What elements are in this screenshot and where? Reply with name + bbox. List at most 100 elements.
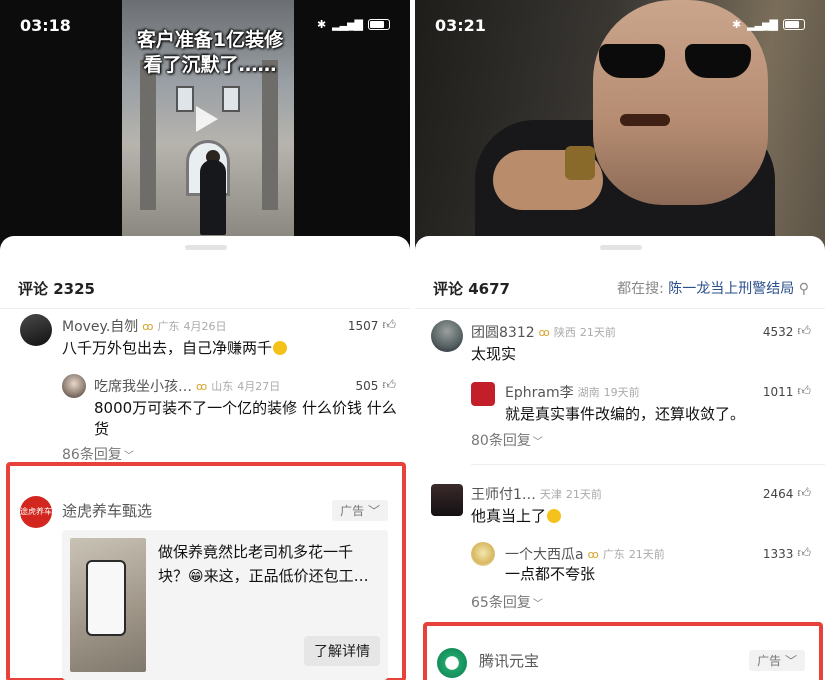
battery-icon bbox=[368, 19, 390, 30]
like-button[interactable]: 505 👍︎ bbox=[356, 378, 397, 393]
like-button[interactable]: 2464 👍︎ bbox=[763, 486, 811, 501]
comment-author[interactable]: Movey.自刎 bbox=[62, 316, 138, 336]
ad-text[interactable]: 做保养竟然比老司机多花一千 块？😁来这，正品低价还包工… bbox=[158, 540, 382, 588]
comment-author[interactable]: 一个大西瓜a bbox=[505, 544, 584, 564]
comment-location: 湖南 bbox=[577, 386, 600, 399]
advertiser-name[interactable]: 腾讯元宝 bbox=[479, 650, 539, 671]
status-icons: ✱ ▂▃▅▇ bbox=[732, 18, 805, 31]
status-time: 03:21 bbox=[435, 16, 486, 35]
trending-search[interactable]: 都在搜: 陈一龙当上刑警结局 ⚲ bbox=[617, 278, 809, 298]
like-count: 2464 bbox=[762, 486, 794, 501]
like-button[interactable]: 1507 👍︎ bbox=[348, 318, 396, 333]
video-caption-line1: 客户准备1亿装修 bbox=[136, 29, 284, 51]
comment-text: 就是真实事件改编的，还算收敛了。 bbox=[505, 405, 746, 423]
comment-author[interactable]: Ephram李 bbox=[505, 382, 574, 402]
battery-icon bbox=[783, 19, 805, 30]
advertiser-name[interactable]: 途虎养车甄选 bbox=[62, 500, 152, 521]
divider bbox=[471, 464, 825, 465]
comment-text-line2: 货 bbox=[94, 420, 110, 438]
comment-meta: Ephram李 湖南 19天前 bbox=[505, 382, 640, 402]
view-replies-link[interactable]: 80条回复 ﹀ bbox=[471, 430, 543, 450]
sunglasses-lens bbox=[599, 44, 665, 78]
comment-author[interactable]: 吃席我坐小孩… bbox=[94, 376, 192, 396]
avatar[interactable] bbox=[431, 484, 463, 516]
chevron-down-icon: ﹀ bbox=[532, 599, 543, 610]
advertiser-avatar[interactable]: 途虎养车 bbox=[20, 496, 52, 528]
comment-meta: 王师付1… 天津 21天前 bbox=[471, 484, 602, 504]
yuanbao-logo-icon[interactable] bbox=[437, 648, 467, 678]
comment-date: 4月26日 bbox=[183, 320, 227, 333]
ad-text-line2: 块？😁来这，正品低价还包工… bbox=[158, 567, 369, 585]
comment-author[interactable]: 团圆8312 bbox=[471, 322, 535, 342]
laugh-emoji-icon bbox=[547, 509, 562, 523]
video-person bbox=[200, 160, 226, 235]
learn-more-button[interactable]: 了解详情 bbox=[304, 636, 380, 666]
like-thumb-icon: 👍︎ bbox=[797, 324, 811, 339]
comment-header: 评论 4677 都在搜: 陈一龙当上刑警结局 ⚲ bbox=[415, 272, 825, 304]
bluetooth-icon: ✱ bbox=[316, 18, 327, 31]
laugh-emoji-icon bbox=[273, 341, 288, 355]
comment-panel: 评论 4677 都在搜: 陈一龙当上刑警结局 ⚲ 团圆8312 ꝏ 陕西 21天… bbox=[415, 236, 825, 680]
drag-handle[interactable] bbox=[185, 245, 227, 250]
signal-icon: ▂▃▅▇ bbox=[747, 18, 778, 31]
comment-text: 他真当上了 bbox=[471, 506, 562, 527]
avatar[interactable] bbox=[471, 382, 495, 406]
comment-text-line1: 8000万可装不了一个亿的装修 什么价钱 什么 bbox=[94, 399, 397, 417]
phone-screen-right: 03:21 ✱ ▂▃▅▇ 评论 4677 都在搜: 陈一龙当上刑警结局 ⚲ 团圆… bbox=[415, 0, 825, 680]
advertiser-avatar-text: 途虎养车 bbox=[20, 507, 52, 516]
ad-tag-label: 广告 bbox=[340, 504, 365, 518]
avatar[interactable] bbox=[471, 542, 495, 566]
like-count: 505 bbox=[355, 378, 379, 393]
comment-date: 21天前 bbox=[628, 548, 665, 561]
view-replies-link[interactable]: 86条回复 ﹀ bbox=[62, 444, 134, 464]
comment-date: 21天前 bbox=[565, 488, 602, 501]
avatar[interactable] bbox=[62, 374, 86, 398]
like-count: 1011 bbox=[762, 384, 794, 399]
view-replies-link[interactable]: 65条回复 ﹀ bbox=[471, 592, 543, 612]
like-thumb-icon: 👍︎ bbox=[382, 318, 396, 333]
play-icon[interactable] bbox=[196, 106, 218, 132]
comment-location: 天津 bbox=[539, 488, 562, 501]
like-thumb-icon: 👍︎ bbox=[797, 546, 811, 561]
comment-location: 广东 bbox=[157, 320, 180, 333]
like-button[interactable]: 4532 👍︎ bbox=[763, 324, 811, 339]
ad-tag[interactable]: 广告 ﹀ bbox=[749, 650, 805, 671]
ad-card[interactable]: 做保养竟然比老司机多花一千 块？😁来这，正品低价还包工… 了解详情 bbox=[62, 530, 388, 680]
comment-count: 评论 2325 bbox=[18, 279, 95, 298]
like-thumb-icon: 👍︎ bbox=[797, 486, 811, 501]
comment-location: 陕西 bbox=[553, 326, 576, 339]
ad-text-line1: 做保养竟然比老司机多花一千 bbox=[158, 543, 354, 561]
video-player[interactable]: 03:21 ✱ ▂▃▅▇ bbox=[415, 0, 825, 250]
video-sunglasses bbox=[599, 44, 755, 80]
fan-badge-icon: ꝏ bbox=[587, 547, 599, 561]
ad-tag[interactable]: 广告 ﹀ bbox=[332, 500, 388, 521]
ad-image[interactable] bbox=[70, 538, 146, 672]
fan-badge-icon: ꝏ bbox=[196, 379, 208, 393]
search-icon: ⚲ bbox=[798, 281, 809, 297]
avatar[interactable] bbox=[431, 320, 463, 352]
video-window bbox=[222, 86, 240, 112]
sunglasses-lens bbox=[685, 44, 751, 78]
video-person-mouth bbox=[620, 114, 670, 126]
comment-text-body: 他真当上了 bbox=[471, 507, 547, 525]
drag-handle[interactable] bbox=[600, 245, 642, 250]
avatar[interactable] bbox=[20, 314, 52, 346]
like-button[interactable]: 1011 👍︎ bbox=[763, 384, 811, 399]
phone-screen-left: 客户准备1亿装修 看了沉默了…… 03:18 ✱ ▂▃▅▇ 评论 2325 Mo… bbox=[0, 0, 410, 680]
chevron-down-icon: ﹀ bbox=[532, 437, 543, 448]
fan-badge-icon: ꝏ bbox=[538, 325, 550, 339]
search-term[interactable]: 陈一龙当上刑警结局 bbox=[668, 281, 794, 297]
divider bbox=[0, 308, 410, 309]
like-count: 1507 bbox=[347, 318, 379, 333]
like-thumb-icon: 👍︎ bbox=[797, 384, 811, 399]
like-button[interactable]: 1333 👍︎ bbox=[763, 546, 811, 561]
chevron-down-icon: ﹀ bbox=[123, 451, 134, 462]
status-icons: ✱ ▂▃▅▇ bbox=[317, 18, 390, 31]
ad-phone-image bbox=[86, 560, 126, 636]
video-caption: 客户准备1亿装修 看了沉默了…… bbox=[110, 28, 310, 78]
bluetooth-icon: ✱ bbox=[731, 18, 742, 31]
comment-author[interactable]: 王师付1… bbox=[471, 484, 536, 504]
comment-date: 19天前 bbox=[603, 386, 640, 399]
status-time: 03:18 bbox=[20, 16, 71, 35]
video-player[interactable]: 客户准备1亿装修 看了沉默了…… 03:18 ✱ ▂▃▅▇ bbox=[0, 0, 410, 250]
